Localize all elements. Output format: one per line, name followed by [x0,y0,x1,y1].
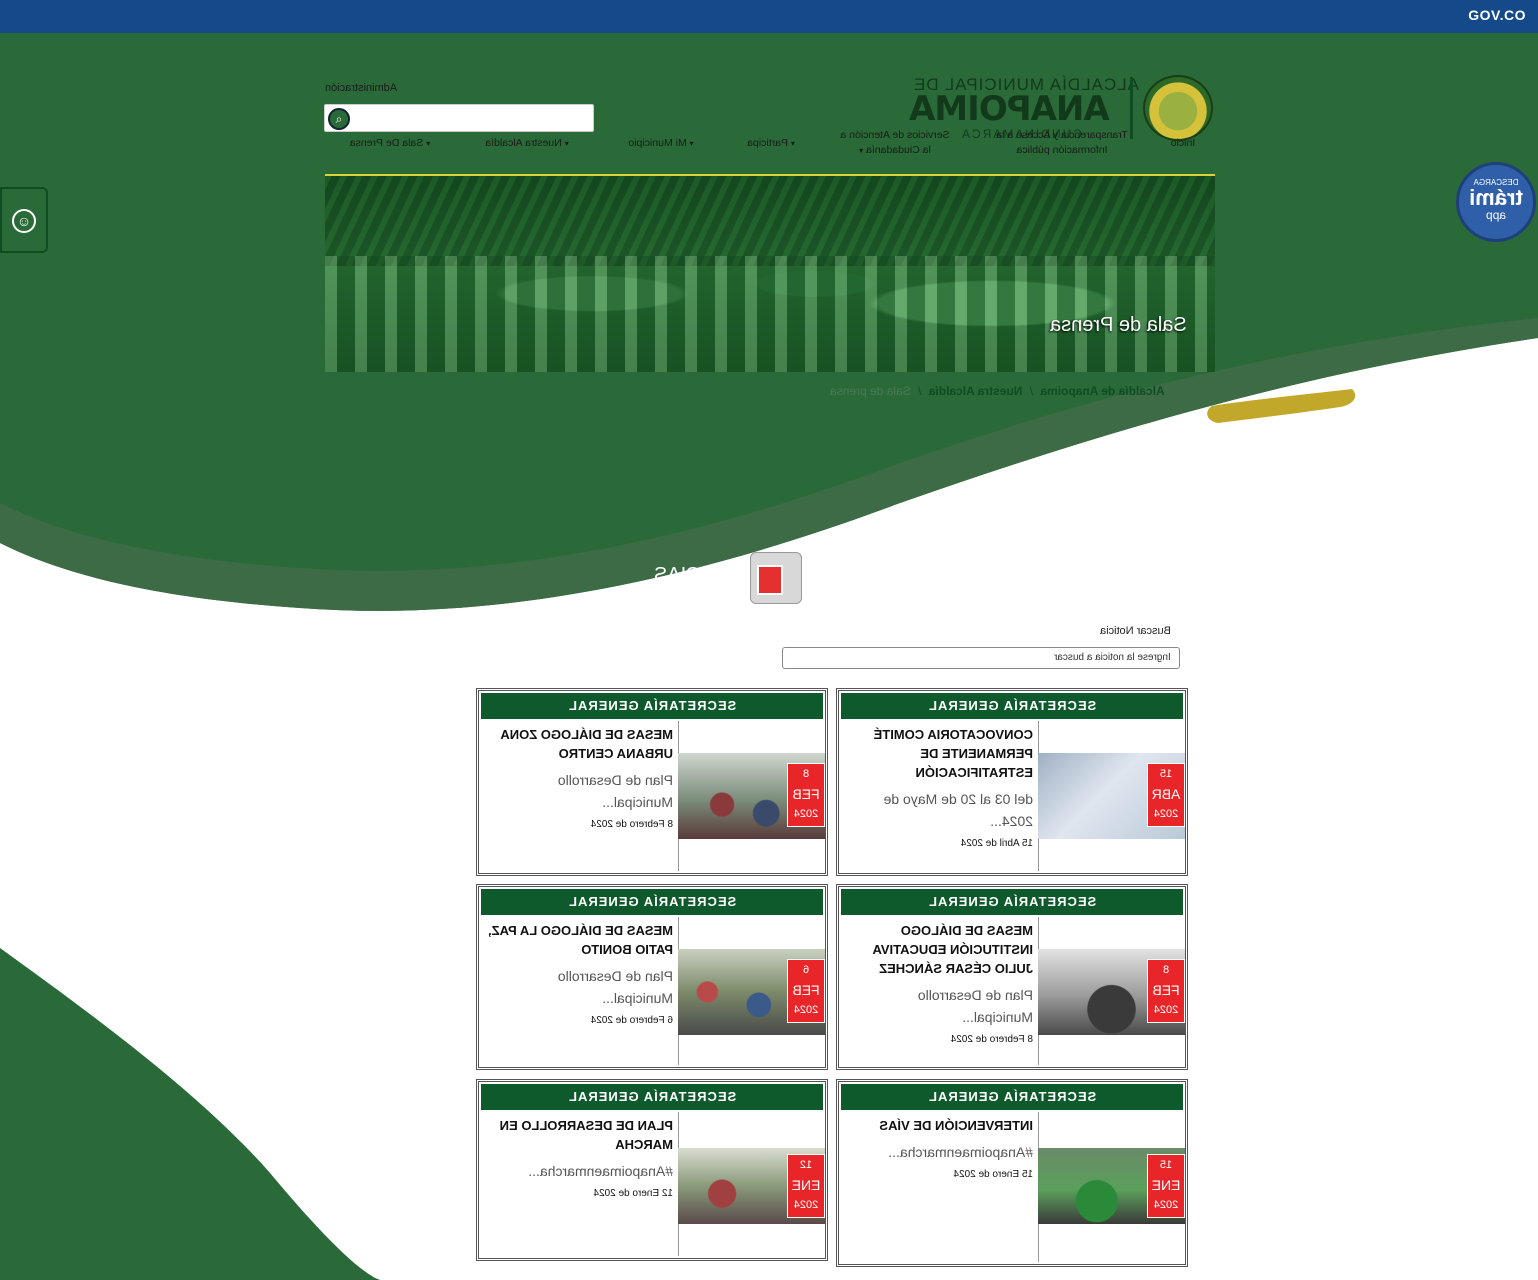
nav-item-sala-de-prensa[interactable]: ▾ Sala De Prensa [340,136,440,151]
card-body: MESAS DE DIÁLOGO INSTITUCIÓN EDUCATIVA J… [847,921,1033,1045]
date-badge: 12 ENE 2024 [787,1154,825,1218]
date-badge: 15 ENE 2024 [1147,1154,1185,1218]
card-title[interactable]: MESAS DE DIÁLOGO ZONA URBANA CENTRO [487,725,673,763]
page-banner: Sala de Prensa [325,174,1215,372]
card-thumbnail: 8 FEB 2024 [678,753,825,839]
news-section-header: NOTICIAS [650,550,810,606]
card-thumbnail: 15 ENE 2024 [1038,1148,1185,1224]
chevron-down-icon: ▾ [426,139,431,148]
card-category: SECRETARÍA GENERAL [481,1084,823,1110]
tramiapp-badge[interactable]: DESCARGA trámi app [1456,162,1536,242]
card-description: #Anapoimaenmarcha... [888,1144,1033,1160]
nav-item-mi-municipio[interactable]: ▾ Mi Municipio [616,136,706,151]
card-body: MESAS DE DIÁLOGO LA PAZ, PATIO BONITO Pl… [487,921,673,1026]
card-date: 12 Enero de 2024 [593,1188,673,1199]
nav-item-servicios[interactable]: Servicios de Atención a la Ciudadanía ▾ [835,128,955,158]
chevron-down-icon: ▾ [859,146,864,155]
card-date: 8 Febrero de 2024 [950,1034,1033,1045]
gov-co-logo[interactable]: GOV.CO [1468,7,1526,23]
card-description: Plan de Desarrollo Municipal... [557,772,673,810]
card-body: CONVOCATORIA COMITÉ PERMANENTE DE ESTRAT… [847,725,1033,849]
chevron-down-icon: ▾ [564,139,569,148]
card-title[interactable]: PLAN DE DESARROLLO EN MARCHA [487,1116,673,1154]
card-title[interactable]: CONVOCATORIA COMITÉ PERMANENTE DE ESTRAT… [847,725,1033,782]
chevron-down-icon: ▾ [790,139,795,148]
accessibility-tab[interactable]: ☺ [0,187,48,253]
calendar-icon [750,552,802,604]
card-thumbnail: 15 ABR 2024 [1038,753,1185,839]
breadcrumb-link-home[interactable]: Alcaldía de Anapoima [1040,384,1164,398]
card-description: Plan de Desarrollo Municipal... [917,987,1033,1025]
gov-top-bar: GOV.CO [0,0,1538,33]
news-card[interactable]: SECRETARÍA GENERAL 15 ENE 2024 INTERVENCIÓ… [836,1079,1188,1267]
breadcrumb-separator: / [918,384,922,398]
news-card[interactable]: SECRETARÍA GENERAL 8 FEB 2024 MESAS DE DIÁ… [476,688,828,876]
card-date: 15 Abril de 2024 [960,838,1033,849]
nav-item-participa[interactable]: ▾ Participa [736,136,806,151]
breadcrumb-separator: / [1029,384,1034,398]
news-heading: NOTICIAS [654,564,749,586]
main-nav: Inicio Transparencia y Acceso a la Infor… [330,128,1200,164]
card-category: SECRETARÍA GENERAL [841,889,1183,915]
logo-main-text: ANAPOIMA [910,89,1110,129]
card-thumbnail: 12 ENE 2024 [678,1148,825,1224]
date-badge: 15 ABR 2024 [1147,763,1185,827]
card-category: SECRETARÍA GENERAL [481,889,823,915]
card-category: SECRETARÍA GENERAL [841,1084,1183,1110]
banner-hills [325,176,1215,266]
nav-item-nuestra-alcaldia[interactable]: ▾ Nuestra Alcaldía [472,136,582,151]
breadcrumb: Alcaldía de Anapoima / Nuestra Alcaldía … [830,384,1165,398]
news-card[interactable]: SECRETARÍA GENERAL 6 FEB 2024 MESAS DE DIÁ… [476,884,828,1070]
card-title[interactable]: INTERVENCIÓN DE VÍAS [847,1116,1033,1135]
date-badge: 8 FEB 2024 [787,763,825,827]
card-date: 8 Febrero de 2024 [590,819,673,830]
breadcrumb-current: Sala de prensa [830,384,911,398]
tramiapp-sub-text: app [1485,208,1507,222]
news-card[interactable]: SECRETARÍA GENERAL 12 ENE 2024 PLAN DE DES… [476,1079,828,1261]
card-title[interactable]: MESAS DE DIÁLOGO INSTITUCIÓN EDUCATIVA J… [847,921,1033,978]
card-description: #Anapoimaenmarcha... [528,1163,673,1179]
card-body: PLAN DE DESARROLLO EN MARCHA #Anapoimaen… [487,1116,673,1199]
news-card[interactable]: SECRETARÍA GENERAL 8 FEB 2024 MESAS DE DIÁ… [836,884,1188,1070]
news-search-input[interactable]: Ingrese la noticia a buscar [782,647,1180,669]
card-body: INTERVENCIÓN DE VÍAS #Anapoimaenmarcha..… [847,1116,1033,1180]
card-category: SECRETARÍA GENERAL [481,693,823,719]
date-badge: 6 FEB 2024 [787,959,825,1023]
card-date: 15 Enero de 2024 [953,1169,1033,1180]
nav-item-inicio[interactable]: Inicio [1168,136,1198,151]
news-card[interactable]: SECRETARÍA GENERAL 15 ABR 2024 CONVOCATORI… [836,688,1188,876]
accessibility-icon: ☺ [12,209,36,233]
card-thumbnail: 6 FEB 2024 [678,949,825,1035]
tramiapp-main-text: trámi [1469,185,1523,210]
card-category: SECRETARÍA GENERAL [841,693,1183,719]
card-description: del 03 al 20 de Mayo de 2024... [883,791,1033,829]
breadcrumb-link-alcaldia[interactable]: Nuestra Alcaldía [929,384,1023,398]
banner-title: Sala de Prensa [1050,314,1187,336]
card-description: Plan de Desarrollo Municipal... [557,968,673,1006]
nav-item-transparencia[interactable]: Transparencia y Acceso a la Información … [992,128,1132,158]
search-icon[interactable]: ⌕ [328,108,350,130]
date-badge: 8 FEB 2024 [1147,959,1185,1023]
chevron-down-icon: ▾ [689,139,694,148]
news-search-label: Buscar Noticia [1100,625,1171,637]
card-title[interactable]: MESAS DE DIÁLOGO LA PAZ, PATIO BONITO [487,921,673,959]
admin-link[interactable]: Administración [325,82,397,94]
card-date: 6 Febrero de 2024 [590,1015,673,1026]
card-thumbnail: 8 FEB 2024 [1038,949,1185,1035]
card-body: MESAS DE DIÁLOGO ZONA URBANA CENTRO Plan… [487,725,673,830]
